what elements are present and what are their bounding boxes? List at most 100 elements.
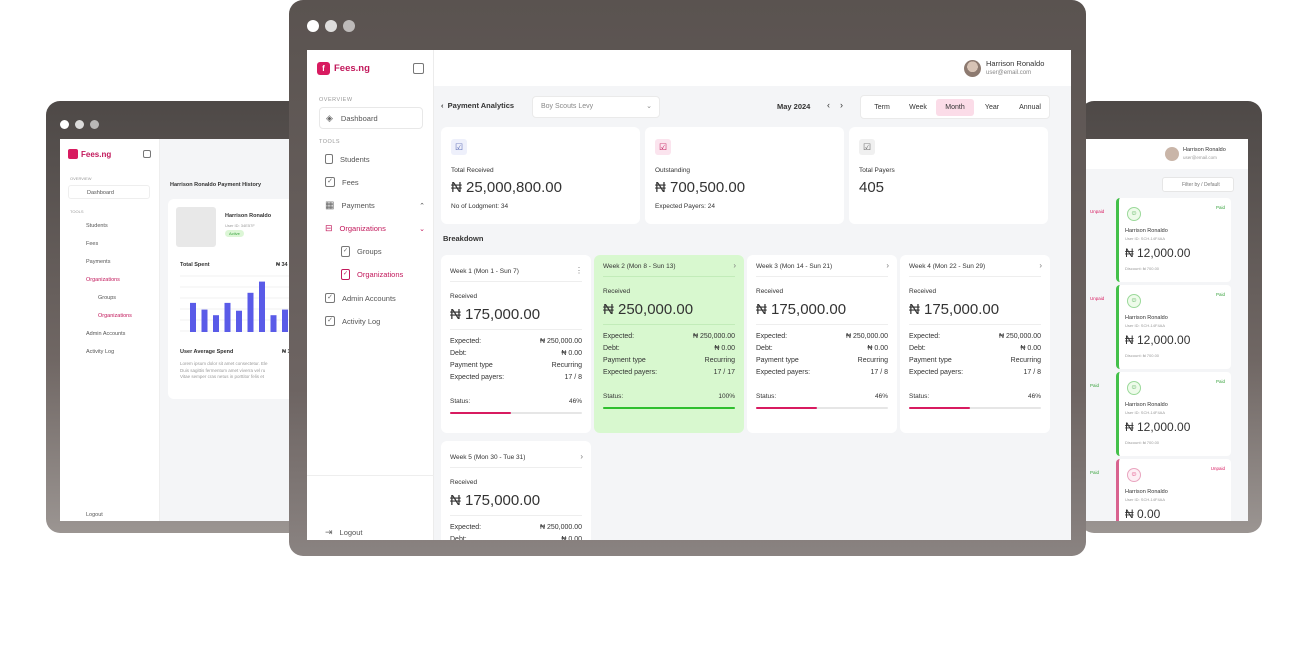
detail-label: Expected payers: xyxy=(603,369,658,376)
sidebar-item-students[interactable]: Students xyxy=(86,223,108,229)
next-period-icon[interactable]: › xyxy=(840,100,843,110)
detail-label: Payment type xyxy=(450,362,493,369)
check-square-icon: ☑ xyxy=(655,139,671,155)
tab-annual[interactable]: Annual xyxy=(1011,99,1049,116)
detail-label: Expected: xyxy=(756,333,788,340)
chart-bar xyxy=(224,302,231,332)
detail-value: Recurring xyxy=(551,362,582,369)
status-badge: Paid xyxy=(1090,383,1100,388)
detail-label: Expected payers: xyxy=(756,369,811,376)
sidebar-item-activity-log[interactable]: ✓ Activity Log xyxy=(325,316,380,326)
payer-card[interactable]: ☺ Paid Harrison Ronaldo User ID: SCH-14F4AA… xyxy=(1116,198,1231,282)
avatar[interactable] xyxy=(964,60,981,77)
chart-bar xyxy=(282,309,288,332)
main-window-frame: f Fees.ng OVERVIEW ◈ Dashboard TOOLS Stu… xyxy=(289,0,1086,556)
payer-card[interactable]: ☺ Unpaid Harrison Ronaldo User ID: SCH-14F4… xyxy=(1116,459,1231,521)
sidebar-item-fees[interactable]: Fees xyxy=(86,241,98,247)
detail-label: Expected: xyxy=(909,333,941,340)
sidebar-item-admin-accounts[interactable]: Admin Accounts xyxy=(86,331,125,337)
detail-value: ₦ 250,000.00 xyxy=(845,333,888,340)
detail-label: Payment type xyxy=(909,357,952,364)
chevron-right-icon[interactable]: › xyxy=(733,261,736,270)
sidebar-subitem-organizations[interactable]: ✓ Organizations xyxy=(341,269,403,280)
stat-sub: Expected Payers: 24 xyxy=(655,203,715,210)
sidebar-item-payments[interactable]: Payments xyxy=(86,259,110,265)
status-badge: Paid xyxy=(1215,205,1225,210)
detail-label: Expected: xyxy=(450,524,482,531)
filter-button[interactable]: Filter by / Default xyxy=(1162,177,1234,192)
more-vertical-icon[interactable]: ⋮ xyxy=(575,266,583,275)
divider xyxy=(603,324,735,325)
status-badge: Paid xyxy=(1090,470,1100,475)
week-card[interactable]: Week 4 (Mon 22 - Sun 29) › Received ₦ 175,0… xyxy=(900,255,1050,433)
chevron-up-icon[interactable]: ⌃ xyxy=(419,202,425,210)
page-title[interactable]: ‹ Payment Analytics xyxy=(441,101,514,110)
user-icon: ☺ xyxy=(1127,468,1141,482)
logout-button[interactable]: ⇥ Logout xyxy=(325,527,363,538)
detail-value: 17 / 8 xyxy=(870,369,888,376)
sidebar-toggle-icon[interactable] xyxy=(143,150,151,158)
sidebar-toggle-icon[interactable] xyxy=(413,63,424,74)
chevron-down-icon: ⌄ xyxy=(646,103,652,110)
week-card[interactable]: Week 1 (Mon 1 - Sun 7) ⋮ Received ₦ 175,000… xyxy=(441,255,591,433)
detail-value: ₦ 0.00 xyxy=(561,536,582,540)
logout-button[interactable]: Logout xyxy=(86,512,103,518)
tab-week[interactable]: Week xyxy=(901,99,935,116)
status-row: Status: 46% xyxy=(909,393,1041,400)
status-badge: Paid xyxy=(1215,292,1225,297)
sidebar-item-students[interactable]: Students xyxy=(325,154,370,164)
sidebar-item-dashboard[interactable]: Dashboard xyxy=(68,185,150,199)
tab-term[interactable]: Term xyxy=(865,99,899,116)
payer-name: Harrison Ronaldo xyxy=(1125,315,1168,321)
tab-year[interactable]: Year xyxy=(975,99,1009,116)
sidebar-subitem-groups[interactable]: Groups xyxy=(98,295,116,301)
sidebar-item-fees[interactable]: ✓ Fees xyxy=(325,177,359,187)
chevron-right-icon[interactable]: › xyxy=(580,452,583,461)
divider xyxy=(909,324,1041,325)
week-card[interactable]: Week 3 (Mon 14 - Sun 21) › Received ₦ 175,0… xyxy=(747,255,897,433)
week-card[interactable]: Week 5 (Mon 30 - Tue 31) › Received ₦ 175,0… xyxy=(441,441,591,540)
detail-row: Expected: ₦ 250,000.00 xyxy=(450,338,582,345)
sidebar-item-admin-accounts[interactable]: ✓ Admin Accounts xyxy=(325,293,396,303)
sidebar-item-organizations[interactable]: Organizations xyxy=(86,277,120,283)
sidebar-item-activity-log[interactable]: Activity Log xyxy=(86,349,114,355)
detail-row: Expected payers: 17 / 8 xyxy=(756,369,888,376)
payer-discount: Discount: ₦ 700.00 xyxy=(1125,440,1160,445)
sidebar-item-organizations[interactable]: ⊟ Organizations ⌄ xyxy=(325,223,425,234)
right-header: Harrison Ronaldo user@email.com xyxy=(1080,139,1248,169)
payer-card[interactable]: ☺ Paid Harrison Ronaldo User ID: SCH-14F4AA… xyxy=(1116,372,1231,456)
back-chevron-icon[interactable]: ‹ xyxy=(441,101,444,110)
sidebar-item-payments[interactable]: ▦ Payments ⌃ xyxy=(325,200,425,211)
brand-logo: Fees.ng xyxy=(68,149,111,159)
sidebar-item-dashboard[interactable]: ◈ Dashboard xyxy=(319,107,423,129)
received-label: Received xyxy=(603,288,631,295)
chevron-right-icon[interactable]: › xyxy=(886,261,889,270)
left-sidebar: Fees.ng OVERVIEW Dashboard TOOLS Student… xyxy=(60,139,160,521)
divider xyxy=(450,467,582,468)
levy-select[interactable]: Boy Scouts Levy ⌄ xyxy=(532,96,660,118)
check-square-icon: ☑ xyxy=(451,139,467,155)
chevron-right-icon[interactable]: › xyxy=(1039,261,1042,270)
week-card[interactable]: Week 2 (Mon 8 - Sun 13) › Received ₦ 250,00… xyxy=(594,255,744,433)
chart-bar xyxy=(259,281,265,332)
status-badge: Unpaid xyxy=(1090,296,1105,301)
chart-bar xyxy=(190,302,196,332)
prev-period-icon[interactable]: ‹ xyxy=(827,100,830,110)
payer-discount: Discount: ₦ 700.00 xyxy=(1125,353,1160,358)
divider xyxy=(450,329,582,330)
avg-spend-text: Lorem ipsum dolor sit amet consectetur. … xyxy=(180,361,268,379)
detail-label: Payment type xyxy=(756,357,799,364)
status-label: Status: xyxy=(756,393,777,400)
sidebar-subitem-organizations[interactable]: Organizations xyxy=(98,313,132,319)
payer-id: User ID: SCH-14F4AA xyxy=(1125,323,1166,328)
chevron-down-icon[interactable]: ⌄ xyxy=(419,225,425,233)
tools-label: TOOLS xyxy=(70,209,84,214)
sidebar-subitem-groups[interactable]: ✓ Groups xyxy=(341,246,382,257)
payer-card[interactable]: ☺ Paid Harrison Ronaldo User ID: SCH-14F4AA… xyxy=(1116,285,1231,369)
stat-card: ☑ Total Payers 405 xyxy=(849,127,1048,224)
progress-track xyxy=(603,407,735,409)
progress-fill xyxy=(756,407,817,409)
tab-month[interactable]: Month xyxy=(936,99,974,116)
received-label: Received xyxy=(450,293,478,300)
detail-value: ₦ 250,000.00 xyxy=(692,333,735,340)
